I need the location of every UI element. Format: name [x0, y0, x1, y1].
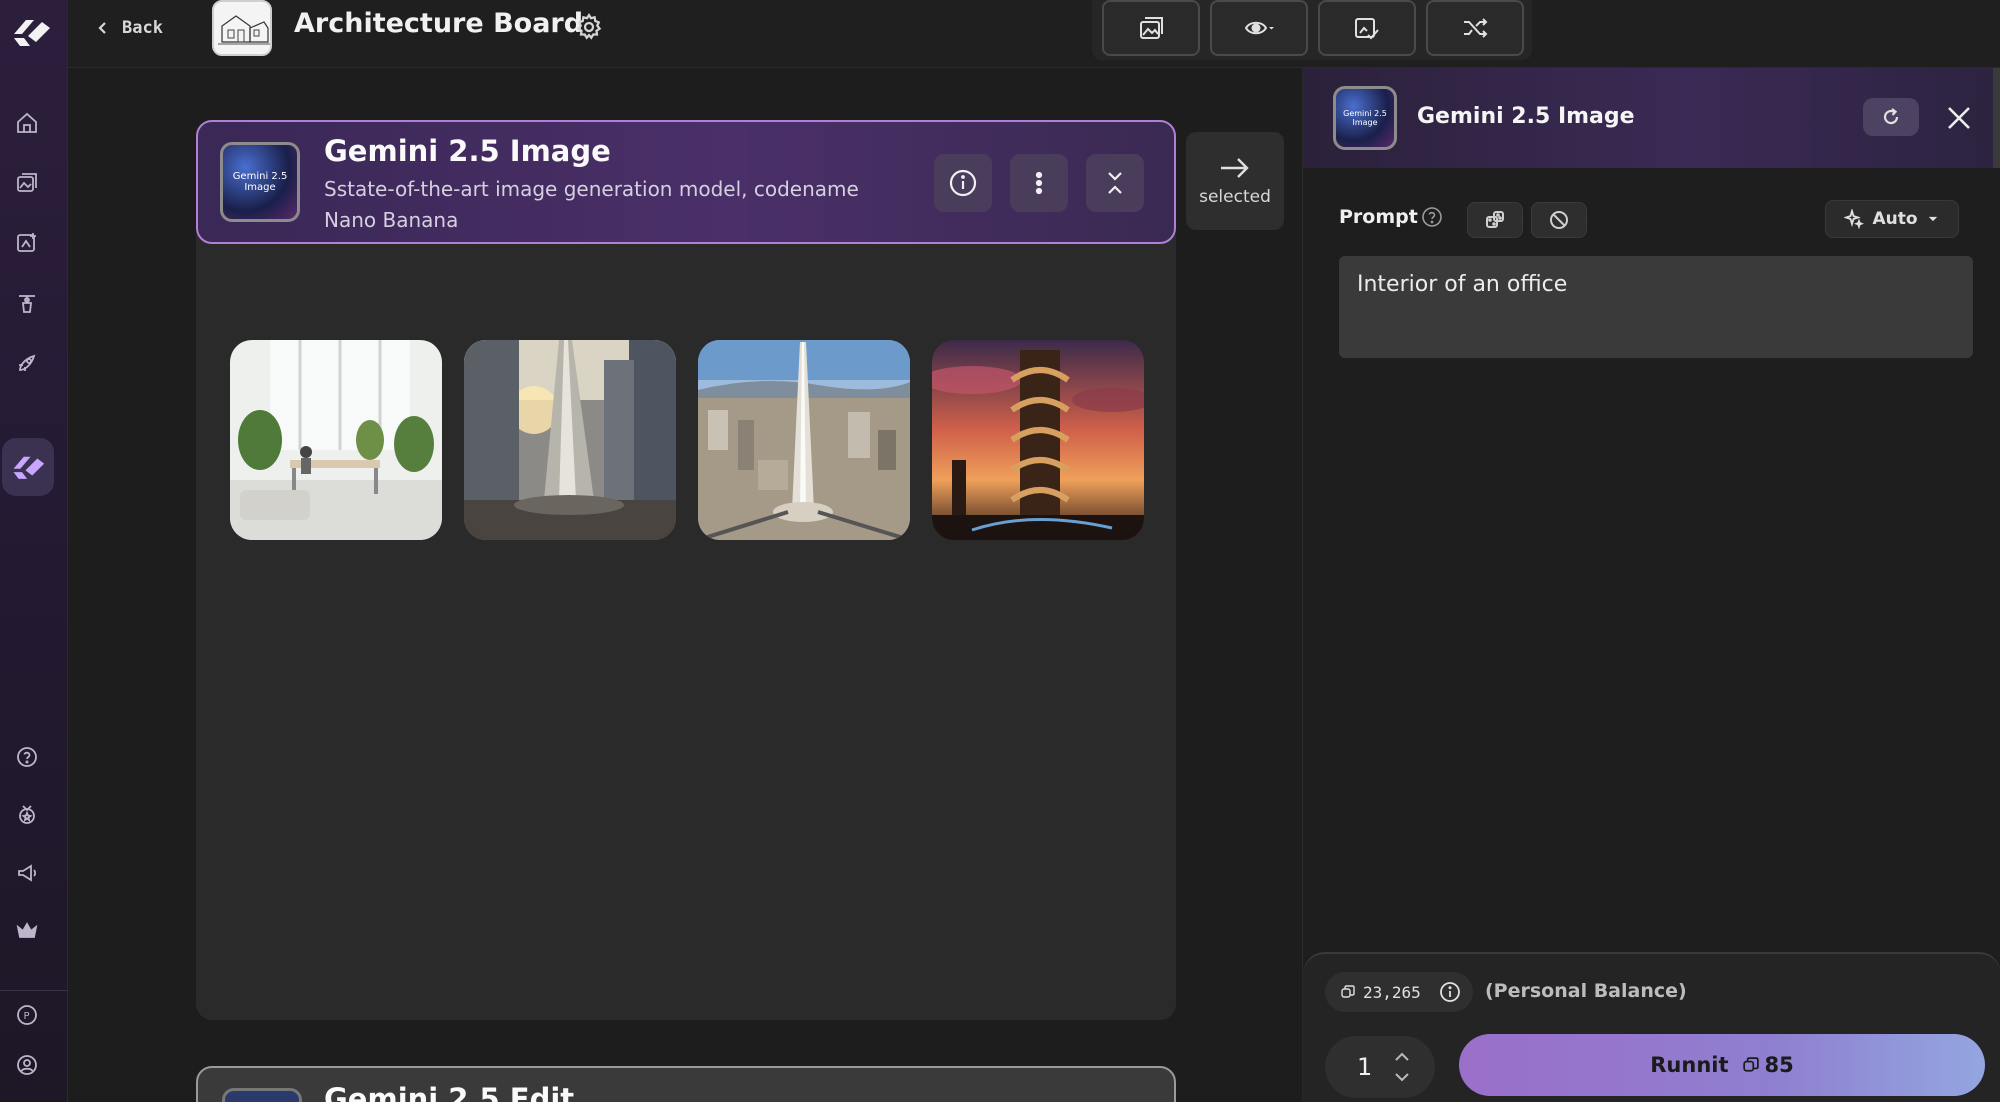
- collapse-button[interactable]: [1086, 154, 1144, 212]
- board-thumbnail[interactable]: [212, 0, 272, 56]
- close-icon: [1948, 107, 1970, 129]
- board-title: Architecture Board: [294, 8, 584, 39]
- model-card-edit[interactable]: Gemini 2.5 Edit: [196, 1066, 1176, 1102]
- generated-image-office[interactable]: [230, 340, 442, 540]
- create-icon[interactable]: [12, 228, 42, 258]
- gallery-icon[interactable]: [12, 168, 42, 198]
- model-thumbnail-edit: [222, 1088, 302, 1102]
- prompt-label: Prompt: [1339, 206, 1418, 228]
- model-thumbnail: Gemini 2.5 Image: [220, 142, 300, 222]
- settings-panel: Gemini 2.5 Image Gemini 2.5 Image Prompt…: [1302, 68, 2000, 1102]
- back-button[interactable]: Back: [96, 14, 163, 42]
- model-title: Gemini 2.5 Image: [324, 134, 611, 168]
- panel-model-thumbnail: Gemini 2.5 Image: [1333, 86, 1397, 150]
- runnit-button[interactable]: Runnit 85: [1459, 1034, 1985, 1096]
- shuffle-button[interactable]: [1426, 0, 1524, 56]
- boards-logo-icon: [13, 456, 45, 479]
- gear-icon[interactable]: [574, 12, 604, 42]
- kebab-menu-icon: [1035, 171, 1043, 195]
- model-card: Gemini 2.5 Image Gemini 2.5 Image Sstate…: [196, 120, 1176, 1020]
- svg-text:P: P: [24, 1011, 30, 1022]
- model-description: Sstate-of-the-art image generation model…: [324, 177, 859, 232]
- home-icon[interactable]: [12, 108, 42, 138]
- generated-image-twisted-tower[interactable]: [464, 340, 676, 540]
- approve-image-button[interactable]: [1318, 0, 1416, 56]
- collapse-icon: [1108, 172, 1122, 194]
- crown-icon[interactable]: [12, 916, 42, 946]
- info-icon: [949, 169, 977, 197]
- arrow-right-icon: [1221, 158, 1249, 178]
- info-icon[interactable]: [1439, 981, 1461, 1003]
- sidebar-item-boards[interactable]: [2, 438, 54, 496]
- runnit-cost-value: 85: [1764, 1053, 1794, 1077]
- sparkle-icon: [1844, 209, 1865, 229]
- profile-badge-icon[interactable]: P: [12, 1000, 42, 1030]
- model-card-header[interactable]: Gemini 2.5 Image Gemini 2.5 Image Sstate…: [196, 120, 1176, 244]
- megaphone-icon[interactable]: [12, 858, 42, 888]
- help-icon[interactable]: [12, 742, 42, 772]
- negative-prompt-button[interactable]: [1531, 202, 1587, 238]
- runnit-label: Runnit: [1650, 1053, 1729, 1077]
- shuffle-icon: [1464, 18, 1488, 38]
- selected-label: selected: [1199, 187, 1271, 207]
- rocket-icon[interactable]: [12, 348, 42, 378]
- back-label: Back: [122, 18, 163, 38]
- app-root: P Back Architecture Board Gemini 2.5 Ima…: [0, 0, 2000, 1102]
- training-icon[interactable]: [12, 288, 42, 318]
- refresh-icon: [1883, 108, 1899, 125]
- panel-scrollbar[interactable]: [1993, 68, 2000, 168]
- visibility-dropdown-button[interactable]: [1210, 0, 1308, 56]
- gallery-view-button[interactable]: [1102, 0, 1200, 56]
- sidebar: P: [0, 0, 68, 1102]
- close-panel-button[interactable]: [1943, 102, 1975, 134]
- question-icon[interactable]: [1421, 206, 1443, 228]
- caret-down-icon: [1928, 216, 1937, 222]
- quantity-stepper[interactable]: 1: [1325, 1036, 1435, 1098]
- info-button[interactable]: [934, 154, 992, 212]
- auto-dropdown[interactable]: Auto: [1825, 200, 1959, 238]
- panel-model-title: Gemini 2.5 Image: [1417, 104, 1635, 129]
- credits-icon: [1742, 1057, 1759, 1072]
- image-check-icon: [1355, 18, 1379, 40]
- balance-pill: 23,265: [1325, 972, 1473, 1012]
- run-panel: 23,265 (Personal Balance) 1 Runnit 85: [1303, 952, 2000, 1102]
- auto-label: Auto: [1872, 209, 1918, 229]
- block-icon: [1550, 211, 1568, 229]
- chevron-left-icon: [98, 22, 106, 34]
- generated-image-spiral-tower[interactable]: [932, 340, 1144, 540]
- selected-output-button[interactable]: selected: [1186, 132, 1284, 230]
- more-options-button[interactable]: [1010, 154, 1068, 212]
- account-icon[interactable]: [12, 1050, 42, 1080]
- view-toolbar: [1092, 0, 1532, 60]
- award-icon[interactable]: [12, 800, 42, 830]
- app-logo-icon[interactable]: [8, 12, 54, 52]
- top-bar: Back Architecture Board: [68, 0, 2000, 68]
- dice-icon: [1486, 211, 1504, 228]
- random-prompt-button[interactable]: [1467, 202, 1523, 238]
- generated-image-city-spire[interactable]: [698, 340, 910, 540]
- images-icon: [1140, 17, 1163, 39]
- balance-value: 23,265: [1363, 982, 1421, 1002]
- reset-button[interactable]: [1863, 98, 1919, 136]
- balance-note: (Personal Balance): [1485, 980, 1687, 1002]
- quantity-value: 1: [1357, 1053, 1373, 1081]
- prompt-input[interactable]: Interior of an office: [1339, 256, 1973, 358]
- settings-panel-header: Gemini 2.5 Image Gemini 2.5 Image: [1303, 68, 2000, 168]
- credits-icon: [1341, 985, 1355, 998]
- runnit-cost: 85: [1742, 1053, 1794, 1077]
- stepper-arrows-icon[interactable]: [1393, 1050, 1411, 1084]
- model-title-edit: Gemini 2.5 Edit: [324, 1082, 575, 1102]
- eye-icon: [1244, 21, 1274, 35]
